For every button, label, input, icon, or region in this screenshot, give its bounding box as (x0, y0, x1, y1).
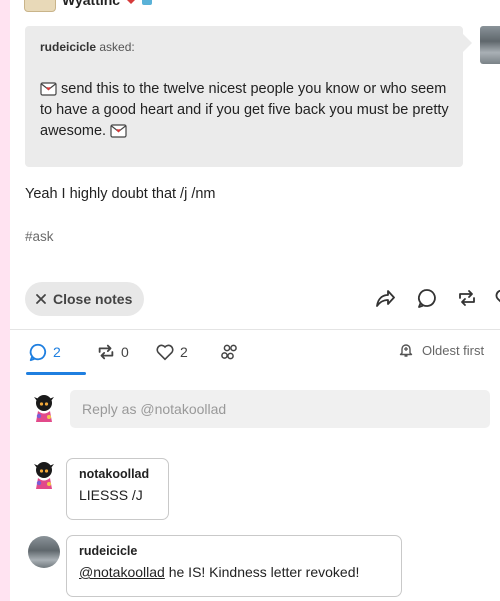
reply-input[interactable] (70, 390, 490, 428)
reply-bubble-icon[interactable] (416, 287, 438, 309)
asker-name[interactable]: rudeicicle (40, 40, 96, 54)
tab-reblogs[interactable]: 0 (96, 342, 129, 362)
user-avatar[interactable] (28, 392, 60, 424)
asker-avatar[interactable] (480, 26, 500, 64)
blue-emoji-icon (142, 0, 153, 5)
likes-count: 2 (180, 344, 188, 360)
replies-count: 2 (53, 344, 61, 360)
note-bubble: notakoollad LIESSS /J (66, 458, 169, 520)
note-avatar[interactable] (28, 536, 60, 568)
tab-replies[interactable]: 2 (28, 342, 61, 362)
asked-label: asked: (99, 40, 135, 54)
note-author[interactable]: notakoollad (79, 467, 156, 481)
reblog-icon (98, 344, 114, 360)
asked-line: rudeicicle asked: (40, 40, 135, 54)
like-icon[interactable] (494, 287, 500, 309)
sort-menu[interactable]: Oldest first (398, 342, 484, 358)
love-letter-icon (40, 82, 57, 96)
heart-emoji-icon (127, 0, 136, 4)
note-bubble: rudeicicle @notakoollad he IS! Kindness … (66, 535, 402, 597)
reblog-icon[interactable] (456, 287, 478, 309)
ask-text: send this to the twelve nicest people yo… (40, 81, 449, 139)
note-avatar[interactable] (28, 459, 60, 491)
post-tag[interactable]: #ask (25, 229, 54, 244)
close-notes-label: Close notes (53, 291, 133, 307)
bell-sort-icon (399, 344, 413, 357)
reblogs-count: 0 (121, 344, 129, 360)
mention-link[interactable]: @notakoollad (79, 564, 165, 580)
love-letter-icon (110, 124, 127, 138)
community-icon (221, 344, 237, 360)
note-author[interactable]: rudeicicle (79, 544, 389, 558)
note-text: LIESSS /J (79, 487, 143, 503)
share-icon[interactable] (374, 287, 396, 309)
reply-bubble-icon (29, 343, 47, 362)
ask-body: send this to the twelve nicest people yo… (40, 79, 455, 142)
post-reply-text: Yeah I highly doubt that /j /nm (25, 186, 216, 202)
note-text-body: he IS! Kindness letter revoked! (164, 564, 360, 580)
tab-community[interactable] (220, 342, 240, 362)
close-icon (36, 294, 46, 304)
blog-avatar[interactable] (24, 0, 56, 12)
tab-likes[interactable]: 2 (155, 342, 188, 362)
post-header: Wyattinc (24, 0, 153, 12)
blog-name[interactable]: Wyattinc (62, 0, 120, 8)
ask-box: rudeicicle asked: send this to the twelv… (25, 26, 463, 167)
heart-icon (156, 344, 174, 361)
close-notes-button[interactable]: Close notes (25, 282, 145, 316)
note-text: @notakoollad he IS! Kindness letter revo… (79, 564, 389, 580)
ask-pointer (463, 34, 472, 52)
active-tab-underline (26, 372, 86, 375)
post-card: Wyattinc rudeicicle asked: send this to … (10, 0, 500, 601)
sort-label: Oldest first (422, 342, 485, 358)
notes-tabs: 2 0 2 Oldest first (10, 330, 500, 376)
